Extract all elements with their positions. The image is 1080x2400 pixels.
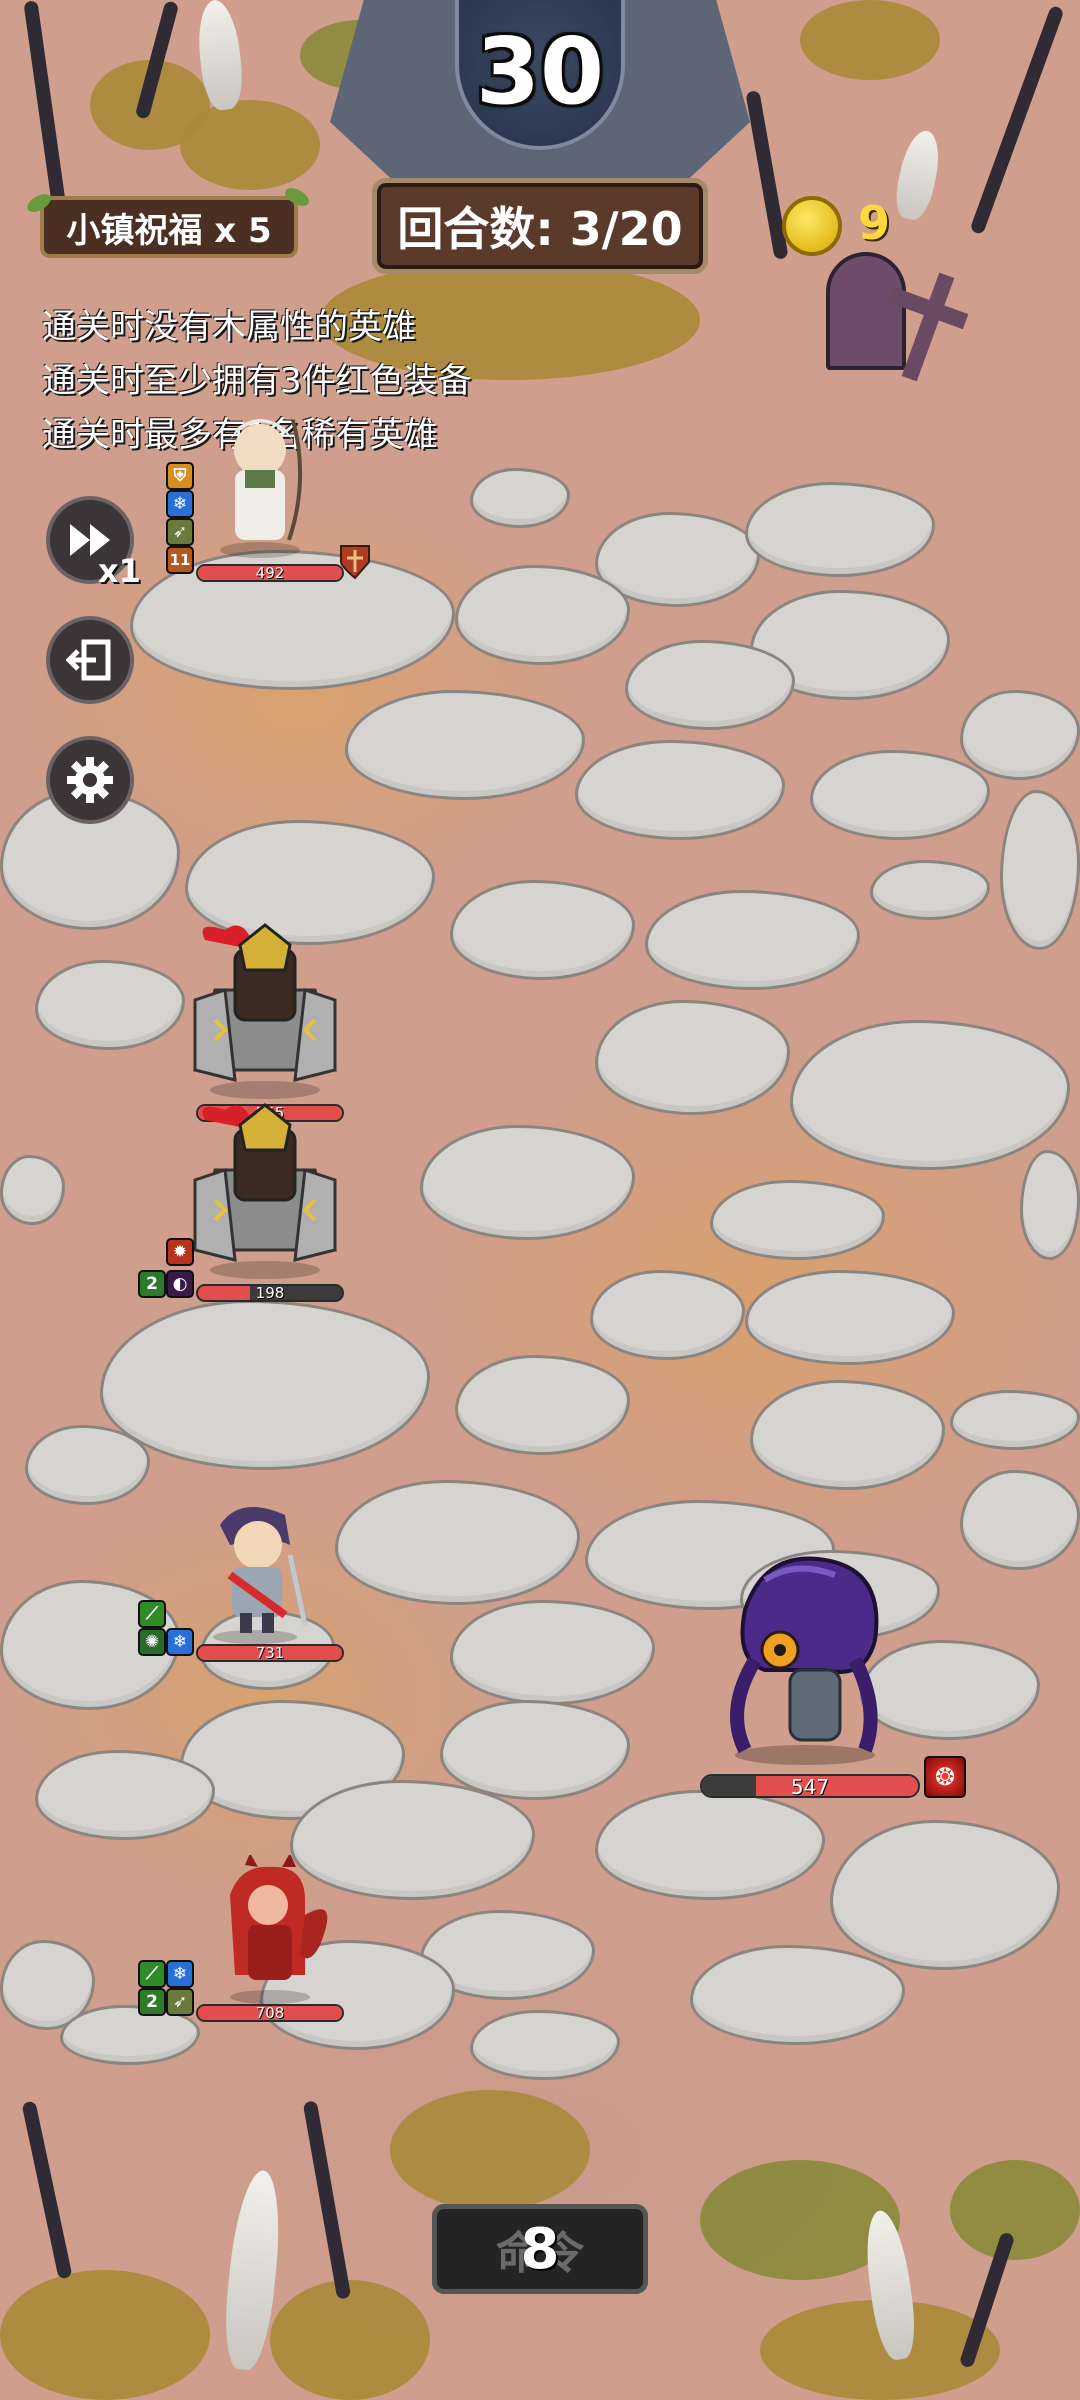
round-counter: 回合数: 3/20 <box>372 178 708 274</box>
speed-multiplier-label: x1 <box>98 552 141 590</box>
level-badge: 2 <box>138 1988 166 2016</box>
blood-debuff-icon: ❂ <box>924 1756 966 1798</box>
wind-buff-icon: ⟋ <box>138 1600 166 1628</box>
gold-coin-icon <box>782 196 842 256</box>
hp-value: 492 <box>255 564 285 582</box>
level-badge: 11 <box>166 546 194 574</box>
hp-value: 708 <box>255 2004 285 2022</box>
swordsman-sprite <box>213 1507 308 1644</box>
hp-value: 731 <box>255 1644 285 1662</box>
town-blessing-label: 小镇祝福 x 5 <box>66 210 272 251</box>
objective-item: 通关时没有木属性的英雄 <box>42 307 416 347</box>
ice-buff-icon: ❄ <box>166 490 194 518</box>
level-badge: 2 <box>138 1270 166 1298</box>
gold-amount: 9 <box>858 196 891 250</box>
hero-hp-bar: 731 <box>196 1644 344 1662</box>
exit-button[interactable] <box>46 616 134 704</box>
ice-buff-icon: ❄ <box>166 1628 194 1656</box>
gold-knight-sprite <box>193 923 337 1099</box>
red-demon-sprite <box>230 1855 328 2004</box>
round-counter-label: 回合数: 3/20 <box>397 202 683 256</box>
settings-button[interactable] <box>46 736 134 824</box>
hp-value: 198 <box>255 1284 285 1302</box>
objective-item: 通关时至少拥有3件红色装备 <box>42 361 472 401</box>
shield-status-icon <box>340 545 370 580</box>
tombstone-icon <box>826 252 906 370</box>
gold-knight-sprite <box>193 1103 337 1279</box>
fire-buff-icon: ✹ <box>166 1238 194 1266</box>
hero-hp-bar: 708 <box>196 2004 344 2022</box>
shield-buff-icon: ⛨ <box>166 462 194 490</box>
command-counter[interactable]: 命令 8 <box>432 2204 648 2294</box>
archer-sprite <box>220 419 303 558</box>
exit-icon <box>66 639 111 681</box>
enemy-hp-bar: 547 <box>700 1774 920 1798</box>
hp-value: 547 <box>790 1775 830 1798</box>
town-blessing-badge[interactable]: 小镇祝福 x 5 <box>40 196 298 258</box>
wind-buff-icon: ⟋ <box>138 1960 166 1988</box>
command-value: 8 <box>520 2216 560 2282</box>
turn-timer: 30 <box>475 18 605 125</box>
gear-icon <box>67 757 113 803</box>
shadow-buff-icon: ◐ <box>166 1270 194 1298</box>
bow-buff-icon: ➶ <box>166 1988 194 2016</box>
poison-buff-icon: ✺ <box>138 1628 166 1656</box>
ice-buff-icon: ❄ <box>166 1960 194 1988</box>
hero-hp-bar: 198 <box>196 1284 344 1302</box>
bow-buff-icon: ➶ <box>166 518 194 546</box>
crab-monster-sprite <box>730 1556 879 1765</box>
hero-hp-bar: 492 <box>196 564 344 582</box>
